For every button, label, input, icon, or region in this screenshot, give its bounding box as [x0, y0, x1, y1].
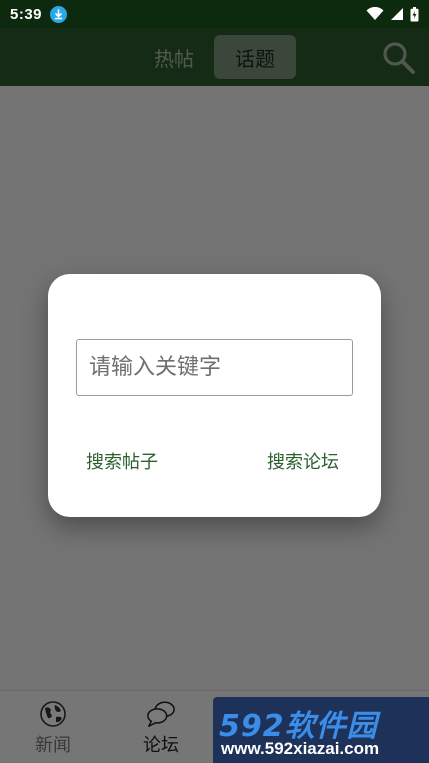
search-posts-button[interactable]: 搜索帖子: [86, 448, 158, 474]
watermark: 592软件园 www.592xiazai.com: [213, 697, 429, 763]
watermark-url: www.592xiazai.com: [221, 739, 380, 758]
keyword-input[interactable]: [76, 339, 353, 396]
status-time: 5:39: [10, 5, 43, 23]
search-dialog: 搜索帖子 搜索论坛: [48, 274, 381, 517]
download-icon: [50, 5, 68, 23]
signal-icon: [391, 8, 403, 20]
search-forum-button[interactable]: 搜索论坛: [267, 448, 339, 474]
status-icons: [366, 6, 419, 22]
status-bar: 5:39: [0, 0, 429, 28]
battery-icon: [410, 6, 419, 21]
wifi-icon: [366, 7, 384, 20]
